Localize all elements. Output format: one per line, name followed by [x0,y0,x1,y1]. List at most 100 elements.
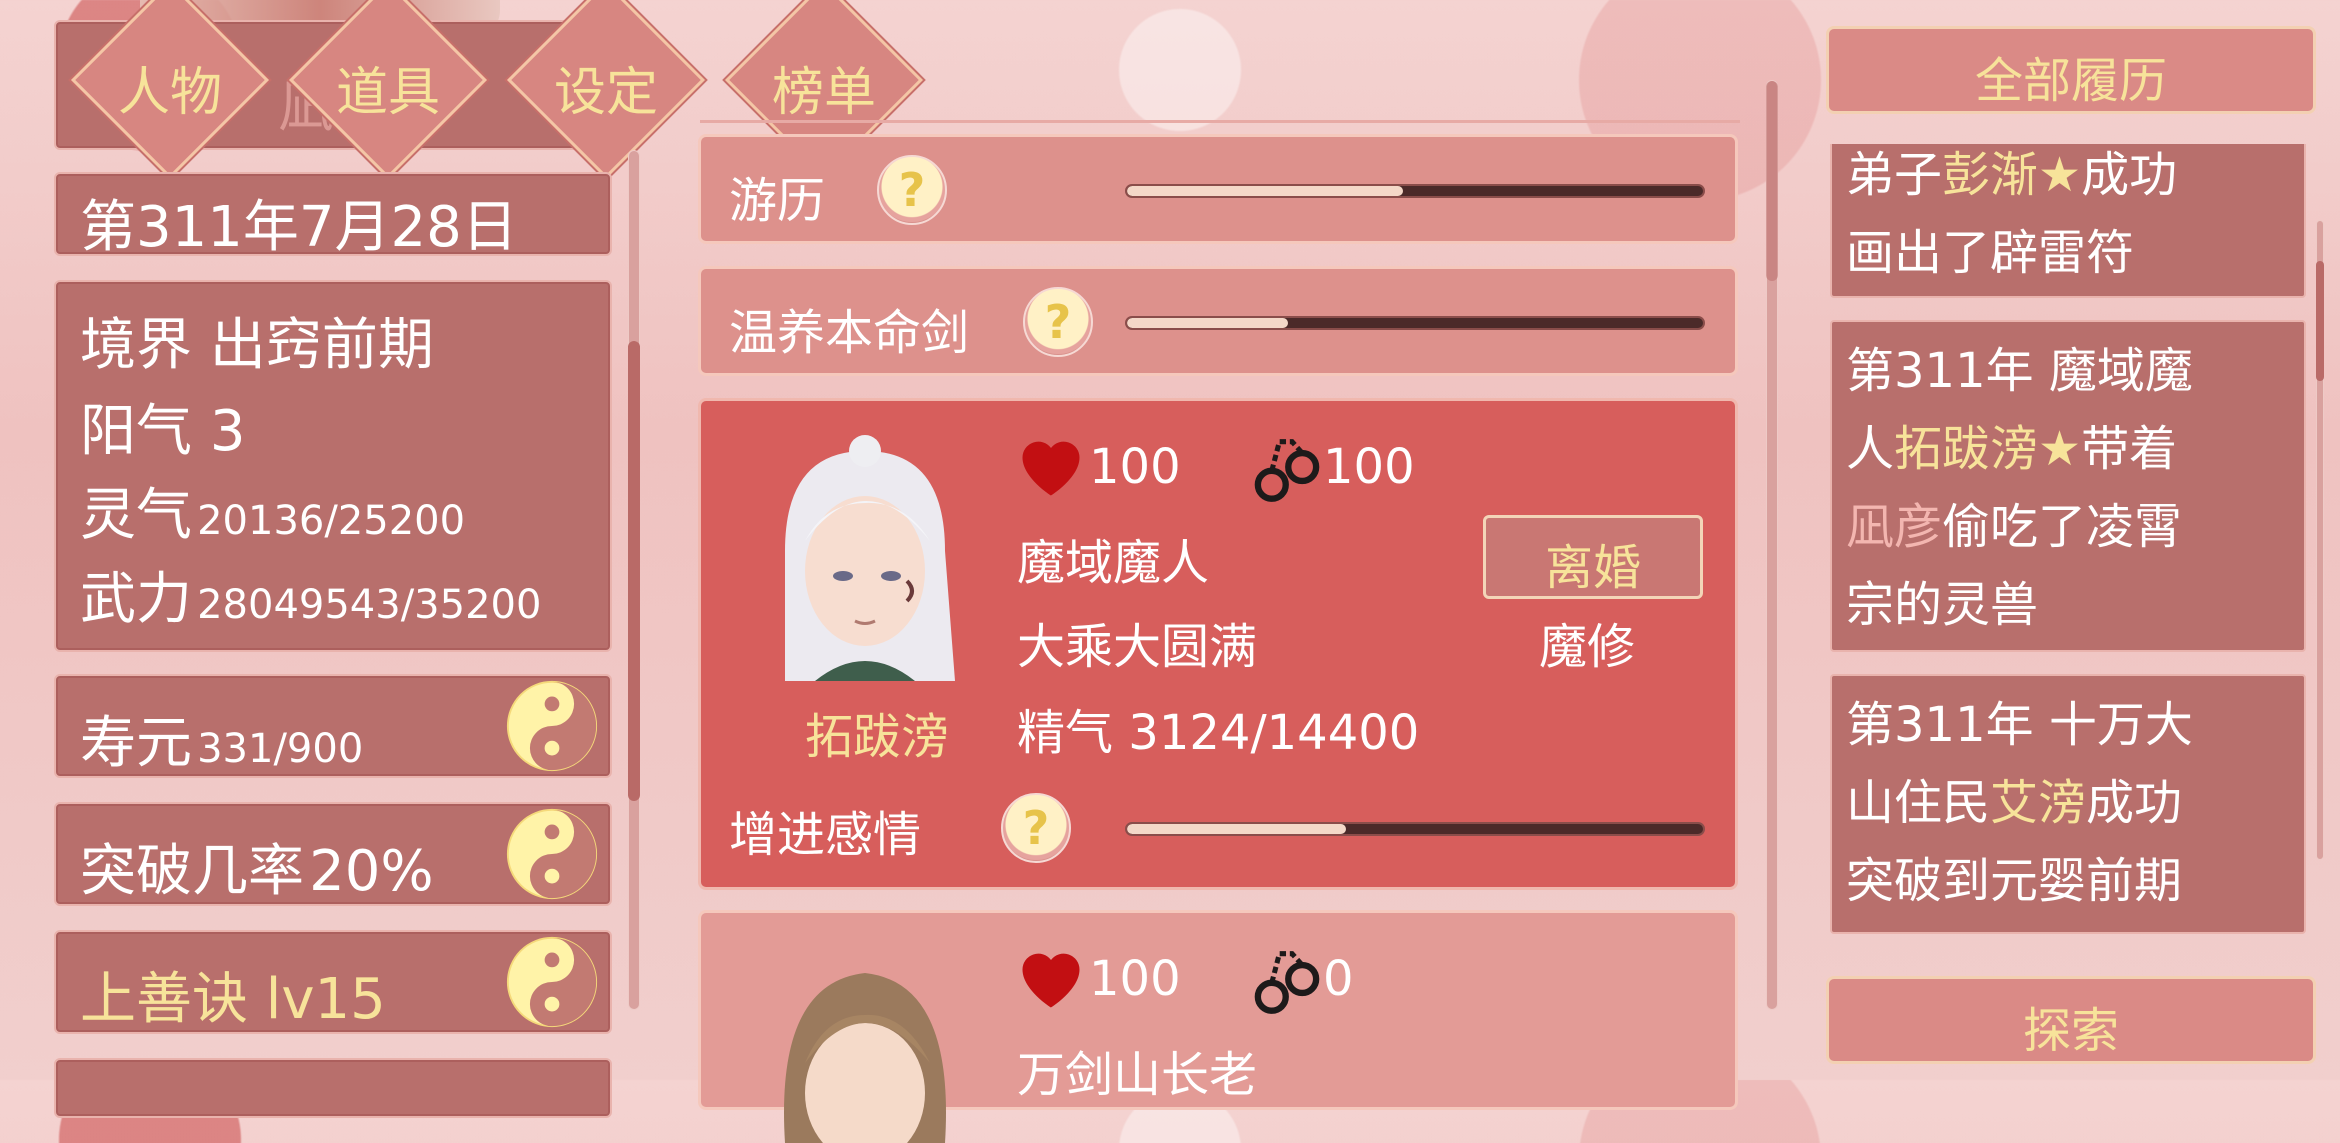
breakthrough-value: 20% [309,839,434,904]
tab-label: 道具 [335,63,440,123]
yang-label: 阳气 [80,399,192,464]
skill-row: 上善诀 lv15 [54,930,612,1034]
divorce-label: 离婚 [1544,540,1641,596]
all-history-tab[interactable]: 全部履历 [1826,26,2316,114]
progress-fill [1127,824,1346,834]
help-icon[interactable]: ? [1023,287,1093,357]
yang-row: 阳气 3 [80,386,245,467]
right-scrollbar[interactable] [2316,220,2324,860]
history-segment: 艾滂 [1990,775,2087,831]
power-row: 武力 28049543/35200 [80,554,541,635]
history-entry: 第311年 魔域魔人拓跋滂★带着 凪彦偷吃了凌霄宗的灵兽 [1830,320,2306,652]
history-line: 突破到元婴前期 [1846,842,2193,920]
middle-scrollbar[interactable] [1766,80,1778,1010]
stats-panel: 境界 出窍前期 阳气 3 灵气 20136/25200 武力 28049543/… [54,280,612,652]
help-icon[interactable]: ? [1001,793,1071,863]
history-list: 弟子彭渐★成功 画出了辟雷符 第311年 魔域魔 人拓跋滂★带着 凪彦偷吃了凌霄 宗的灵… [1826,144,2316,944]
nav-tab-items[interactable]: 道具 [289,0,487,179]
character-origin: 魔域魔人 [1017,535,1210,591]
yin-yang-icon[interactable] [506,680,598,772]
essence-label: 精气 [1017,705,1114,761]
history-line: 山住民艾滂成功 [1846,764,2193,842]
history-line: 凪彦偷吃了凌霄 [1846,488,2193,566]
history-segment: 宗的灵兽 [1846,577,2039,633]
realm-value: 出窍前期 [209,313,434,378]
yang-value: 3 [209,399,246,464]
power-value: 28049543/35200 [197,582,542,628]
progress-fill [1127,318,1289,328]
qi-value: 20136/25200 [197,498,466,544]
history-line: 宗的灵兽 [1846,566,2193,644]
activity-label: 游历 [729,173,826,229]
tab-label: 人物 [117,63,222,123]
lifespan-value: 331/900 [197,726,364,772]
history-line: 画出了辟雷符 [1846,214,2177,292]
progress-fill [1127,186,1404,196]
scroll-thumb[interactable] [2316,261,2324,381]
tab-label: 榜单 [771,63,876,123]
history-line: 第311年 十万大 [1846,686,2193,764]
bond-value: 100 [1323,439,1415,495]
handcuffs-icon [1254,439,1320,502]
yin-yang-icon[interactable] [506,936,598,1028]
heart-value: 100 [1089,951,1181,1007]
history-segment: 突破到元婴前期 [1846,853,2183,909]
help-icon[interactable]: ? [877,155,947,225]
skill-label: 上善诀 lv15 [80,967,386,1032]
history-line: 弟子彭渐★成功 [1846,144,2177,214]
history-line: 人拓跋滂★带着 [1846,410,2193,488]
character-portrait [784,973,946,1143]
realm-label: 境界 [80,313,192,378]
qi-row: 灵气 20136/25200 [80,470,465,551]
character-card: 拓跋滂 100 100 魔域魔人 大乘大圆满 精气 3124/14400 离婚 … [698,398,1738,890]
heart-icon [1022,441,1080,496]
history-segment: 人 [1846,421,1895,477]
history-segment: 彭渐★ [1942,147,2082,203]
lifespan-row: 寿元 331/900 [54,674,612,778]
bond-value: 0 [1323,951,1354,1007]
realm-row: 境界 出窍前期 [80,300,434,381]
history-text: 弟子彭渐★成功画出了辟雷符 [1846,144,2177,292]
lifespan-text: 寿元 331/900 [80,698,363,779]
divorce-button[interactable]: 离婚 [1483,515,1703,599]
activity-sword: 温养本命剑 ? [698,266,1738,376]
explore-button[interactable]: 探索 [1826,976,2316,1064]
history-segment: 凪彦 [1846,499,1943,555]
lifespan-label: 寿元 [80,711,192,776]
history-segment: 成功 [2086,775,2183,831]
character-path: 魔修 [1539,619,1636,675]
breakthrough-row: 突破几率 20% [54,802,612,906]
character-portrait [785,435,955,681]
affection-label: 增进感情 [729,807,922,863]
nav-tab-settings[interactable]: 设定 [507,0,705,179]
history-segment: 山住民 [1846,775,1991,831]
date-panel: 第311年7月28日 [54,172,612,260]
middle-scroll-border [700,120,1740,123]
qi-label: 灵气 [80,483,192,548]
character-realm: 大乘大圆满 [1017,619,1258,675]
history-segment: 带着 [2081,421,2178,477]
history-entry: 弟子彭渐★成功画出了辟雷符 [1830,144,2306,298]
character-card: 100 0 万剑山长老 [698,910,1738,1143]
breakthrough-label: 突破几率 [80,839,304,904]
character-essence: 精气 3124/14400 [1017,693,1419,763]
character-name: 拓跋滂 [804,709,949,765]
history-segment: 弟子 [1846,147,1943,203]
breakthrough-text: 突破几率 20% [80,826,434,907]
affection-bar [1125,822,1705,836]
history-segment: 画出了辟雷符 [1846,225,2135,281]
progress-bar [1125,316,1705,330]
yin-yang-icon[interactable] [506,808,598,900]
history-text: 第311年 十万大 山住民艾滂成功 突破到元婴前期 [1846,686,2193,920]
history-segment: 第311年 魔域魔 [1846,343,2193,399]
handcuffs-icon [1254,951,1320,1014]
essence-value: 3124/14400 [1128,705,1420,761]
left-scrollbar[interactable] [628,150,640,1010]
nav-tab-rankings[interactable]: 榜单 [725,0,923,179]
power-label: 武力 [80,567,192,632]
explore-label: 探索 [2022,1003,2119,1059]
scroll-thumb[interactable] [1766,81,1778,281]
nav-tab-people[interactable]: 人物 [71,0,269,179]
scroll-thumb[interactable] [628,341,640,801]
character-origin: 万剑山长老 [1017,1047,1258,1103]
